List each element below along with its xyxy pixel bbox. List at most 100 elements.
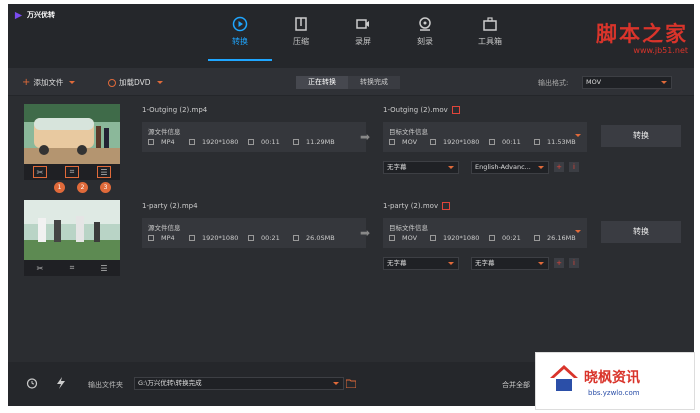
video-thumbnail[interactable]: [24, 104, 120, 164]
source-filename: 1-Outging (2).mp4: [142, 106, 208, 114]
target-size: 26.16MB: [547, 234, 576, 242]
play-logo-icon: [14, 11, 23, 19]
tab-record-label: 录屏: [355, 37, 371, 46]
format-icon: [389, 235, 395, 241]
crop-icon[interactable]: ⌗: [65, 166, 79, 178]
open-folder-icon[interactable]: [346, 379, 356, 388]
merge-all-label[interactable]: 合并全部: [502, 380, 530, 390]
edit-name-icon[interactable]: [451, 106, 460, 114]
source-resolution: 1920*1080: [202, 138, 239, 146]
subtitle-select[interactable]: 无字幕: [383, 257, 459, 270]
audio-select[interactable]: English-Advanc...: [471, 161, 549, 174]
target-info-row: MOV 1920*1080 00:11 11.53MB: [389, 138, 576, 146]
resolution-icon: [430, 235, 436, 241]
clock-icon: [489, 139, 495, 145]
output-format-select[interactable]: MOV: [582, 76, 672, 89]
toolbox-icon: [483, 17, 497, 31]
task-row: ✂ ⌗ ☰ 1-party (2).mp4 源文件信息 MP4 1920*108…: [20, 200, 686, 284]
source-info: 源文件信息 MP4 1920*1080 00:11 11.29MB: [142, 122, 366, 152]
chevron-down-icon: [538, 262, 544, 265]
add-subtitle-button[interactable]: +: [554, 258, 564, 268]
target-info[interactable]: 目标文件信息 MOV 1920*1080 00:21 26.16MB: [383, 218, 587, 248]
trim-icon[interactable]: ✂: [33, 262, 47, 274]
target-filename: 1-Outging (2).mov: [383, 106, 448, 114]
tab-convert[interactable]: 转换: [208, 16, 272, 61]
target-filename-wrap: 1-party (2).mov: [383, 202, 451, 210]
effects-icon[interactable]: ☰: [97, 166, 111, 178]
burn-icon: [419, 17, 431, 31]
convert-button[interactable]: 转换: [601, 125, 681, 147]
record-icon: [356, 19, 369, 29]
tab-burn[interactable]: 刻录: [403, 16, 447, 47]
source-info-label: 源文件信息: [148, 128, 181, 136]
add-file-label: 添加文件: [33, 78, 64, 87]
watermark: 脚本之家 www.jb51.net: [596, 18, 688, 55]
chevron-down-icon[interactable]: [156, 81, 163, 84]
video-thumbnail[interactable]: [24, 200, 120, 260]
tab-converting[interactable]: 正在转换: [296, 76, 348, 89]
source-format: MP4: [161, 234, 175, 242]
convert-button[interactable]: 转换: [601, 221, 681, 243]
target-duration: 00:21: [502, 234, 521, 242]
source-info-label: 源文件信息: [148, 224, 181, 232]
task-row: ✂ ⌗ ☰ 1 2 3 1-Outging (2).mp4 源文件信息 MP4 …: [20, 104, 686, 193]
format-icon: [148, 235, 154, 241]
audio-select[interactable]: 无字幕: [471, 257, 549, 270]
arrow-right-icon: ➡: [360, 226, 371, 240]
audio-value: English-Advanc...: [475, 163, 531, 171]
tab-toolbox-label: 工具箱: [478, 37, 502, 46]
trim-icon[interactable]: ✂: [33, 166, 47, 178]
resolution-icon: [189, 235, 195, 241]
watermark-text: 脚本之家: [596, 21, 688, 46]
subtitle-select[interactable]: 无字幕: [383, 161, 459, 174]
source-info: 源文件信息 MP4 1920*1080 00:21 26.0SMB: [142, 218, 366, 248]
resolution-icon: [430, 139, 436, 145]
target-resolution: 1920*1080: [443, 234, 480, 242]
info-button[interactable]: i: [569, 258, 579, 268]
output-folder-select[interactable]: G:\万兴优转\转换完成: [134, 377, 344, 390]
thumbnail-image: [24, 200, 120, 260]
alarm-clock-icon[interactable]: [26, 377, 38, 389]
source-size: 26.0SMB: [306, 234, 335, 242]
folder-icon: [293, 235, 299, 241]
clock-icon: [248, 235, 254, 241]
thumbnail-image: [24, 104, 120, 164]
tab-record[interactable]: 录屏: [341, 16, 385, 47]
tab-compress[interactable]: 压缩: [279, 16, 323, 47]
add-file-button[interactable]: + 添加文件: [22, 77, 76, 88]
load-dvd-button[interactable]: 加载DVD: [108, 77, 163, 88]
chevron-down-icon: [448, 262, 454, 265]
subtitle-value: 无字幕: [387, 259, 407, 267]
target-format: MOV: [402, 138, 418, 146]
add-subtitle-button[interactable]: +: [554, 162, 564, 172]
convert-icon: [232, 16, 248, 32]
target-info[interactable]: 目标文件信息 MOV 1920*1080 00:11 11.53MB: [383, 122, 587, 152]
target-resolution: 1920*1080: [443, 138, 480, 146]
source-format: MP4: [161, 138, 175, 146]
chevron-down-icon: [661, 81, 667, 84]
resolution-icon: [189, 139, 195, 145]
badge-url: bbs.yzwlo.com: [588, 389, 640, 397]
tab-toolbox[interactable]: 工具箱: [468, 16, 512, 47]
source-size: 11.29MB: [306, 138, 335, 146]
source-filename: 1-party (2).mp4: [142, 202, 198, 210]
chevron-down-icon[interactable]: [69, 81, 76, 84]
tab-done[interactable]: 转换完成: [348, 76, 400, 89]
clock-icon: [489, 235, 495, 241]
crop-icon[interactable]: ⌗: [65, 262, 79, 274]
edit-tools: ✂ ⌗ ☰: [24, 260, 120, 276]
chevron-down-icon: [575, 134, 581, 137]
edit-name-icon[interactable]: [442, 202, 451, 210]
step-badge-1: 1: [54, 182, 65, 193]
compress-icon: [295, 17, 307, 31]
chevron-down-icon: [575, 230, 581, 233]
info-button[interactable]: i: [569, 162, 579, 172]
status-tabs: 正在转换 转换完成: [296, 76, 400, 89]
effects-icon[interactable]: ☰: [97, 262, 111, 274]
target-info-row: MOV 1920*1080 00:21 26.16MB: [389, 234, 576, 242]
chevron-down-icon: [333, 382, 339, 385]
format-icon: [148, 139, 154, 145]
lightning-icon[interactable]: [56, 377, 66, 389]
output-folder-label: 输出文件夹: [88, 381, 123, 389]
load-dvd-label: 加载DVD: [119, 78, 151, 87]
